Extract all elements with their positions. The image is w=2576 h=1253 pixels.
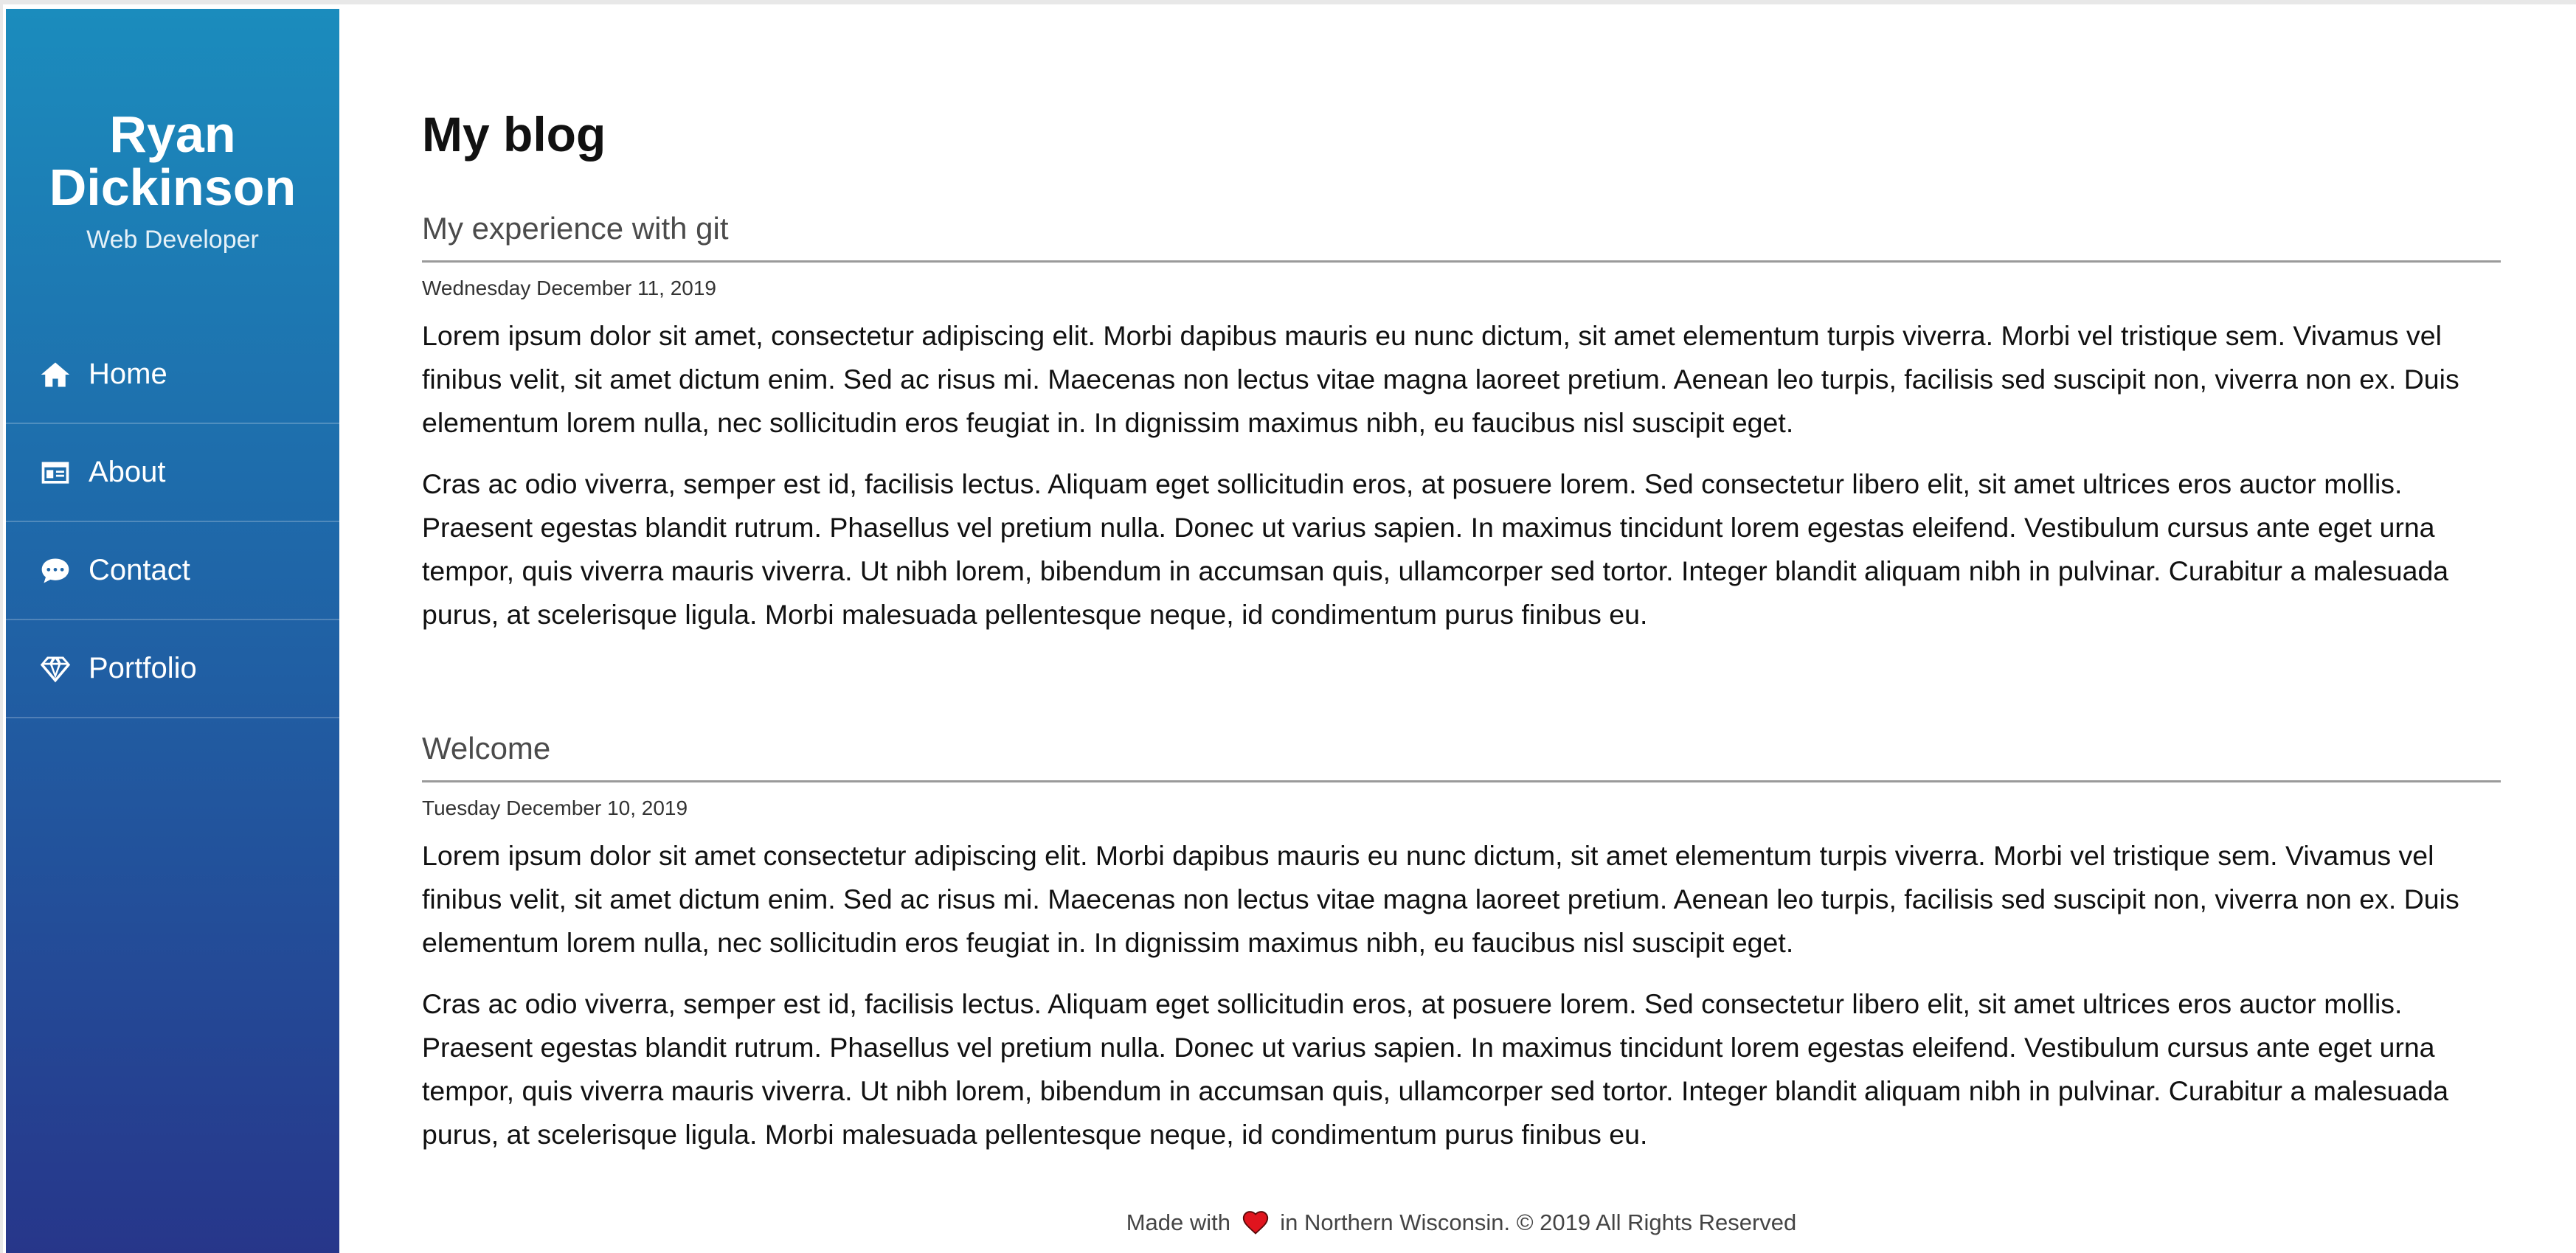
footer-text-after: in Northern Wisconsin. © 2019 All Rights… bbox=[1280, 1209, 1797, 1235]
post-paragraph: Cras ac odio viverra, semper est id, fac… bbox=[422, 988, 2449, 1150]
sidebar: Ryan Dickinson Web Developer Home About bbox=[6, 9, 339, 1253]
post-body: Lorem ipsum dolor sit amet, consectetur … bbox=[422, 314, 2501, 636]
nav-item-label: About bbox=[89, 456, 166, 488]
post-title[interactable]: My experience with git bbox=[422, 208, 2501, 263]
nav-item-label: Portfolio bbox=[89, 652, 197, 684]
gem-icon bbox=[38, 652, 72, 686]
id-card-icon bbox=[38, 456, 72, 490]
heart-icon bbox=[1242, 1211, 1268, 1235]
nav-item-label: Home bbox=[89, 358, 167, 390]
post-date: Wednesday December 11, 2019 bbox=[422, 277, 716, 299]
nav-item-home[interactable]: Home bbox=[6, 326, 339, 424]
footer: Made with in Northern Wisconsin. © 2019 … bbox=[422, 1209, 2501, 1236]
footer-text-before: Made with bbox=[1126, 1209, 1231, 1235]
post-paragraph: Lorem ipsum dolor sit amet consectetur a… bbox=[422, 840, 2459, 958]
chat-bubble-icon bbox=[38, 554, 72, 588]
nav-item-portfolio[interactable]: Portfolio bbox=[6, 620, 339, 718]
brand: Ryan Dickinson Web Developer bbox=[6, 9, 339, 254]
blog-post: My experience with git Wednesday Decembe… bbox=[422, 208, 2501, 636]
nav-item-about[interactable]: About bbox=[6, 424, 339, 522]
post-date: Tuesday December 10, 2019 bbox=[422, 796, 688, 819]
page-title: My blog bbox=[422, 107, 606, 162]
home-icon bbox=[38, 358, 72, 392]
post-title[interactable]: Welcome bbox=[422, 728, 2501, 782]
site-owner-role: Web Developer bbox=[86, 226, 259, 254]
post-paragraph: Cras ac odio viverra, semper est id, fac… bbox=[422, 468, 2449, 630]
nav-item-label: Contact bbox=[89, 554, 190, 586]
nav-item-contact[interactable]: Contact bbox=[6, 522, 339, 620]
blog-post: Welcome Tuesday December 10, 2019 Lorem … bbox=[422, 728, 2501, 1156]
post-body: Lorem ipsum dolor sit amet consectetur a… bbox=[422, 834, 2501, 1156]
sidebar-nav: Home About Contact Portfolio bbox=[6, 326, 339, 718]
post-paragraph: Lorem ipsum dolor sit amet, consectetur … bbox=[422, 320, 2459, 438]
page: Ryan Dickinson Web Developer Home About bbox=[0, 0, 2576, 1253]
site-owner-name[interactable]: Ryan Dickinson bbox=[6, 108, 339, 214]
